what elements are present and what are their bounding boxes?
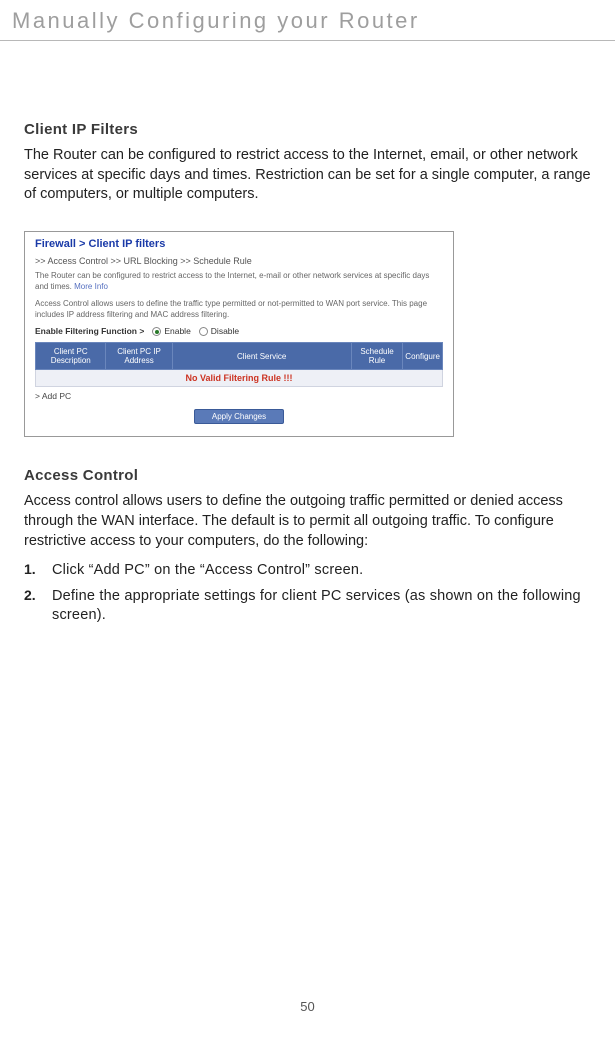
list-number-2: 2. <box>24 587 42 626</box>
list-text-2: Define the appropriate settings for clie… <box>52 587 591 626</box>
screenshot-firewall-client-ip-filters: Firewall > Client IP filters >> Access C… <box>24 231 454 438</box>
list-item: 2. Define the appropriate settings for c… <box>24 587 591 626</box>
col-client-pc-description: Client PC Description <box>36 343 106 370</box>
ordered-list: 1. Click “Add PC” on the “Access Control… <box>24 561 591 626</box>
body-text-client-ip-filters: The Router can be configured to restrict… <box>24 146 591 205</box>
page-header: Manually Configuring your Router <box>0 0 615 41</box>
breadcrumb[interactable]: >> Access Control >> URL Blocking >> Sch… <box>35 256 443 266</box>
col-client-service: Client Service <box>172 343 351 370</box>
enable-filtering-row: Enable Filtering Function > Enable Disab… <box>35 326 443 336</box>
table-header-row: Client PC Description Client PC IP Addre… <box>36 343 443 370</box>
enable-filtering-label: Enable Filtering Function > <box>35 326 144 336</box>
radio-dot-icon <box>199 327 208 336</box>
radio-disable-label: Disable <box>211 326 239 336</box>
filter-table: Client PC Description Client PC IP Addre… <box>35 342 443 387</box>
page-number: 50 <box>0 999 615 1014</box>
more-info-link[interactable]: More Info <box>74 282 108 291</box>
add-pc-link[interactable]: > Add PC <box>35 391 443 401</box>
list-text-1: Click “Add PC” on the “Access Control” s… <box>52 561 363 581</box>
list-item: 1. Click “Add PC” on the “Access Control… <box>24 561 591 581</box>
apply-changes-button[interactable]: Apply Changes <box>194 409 284 424</box>
screenshot-desc-2: Access Control allows users to define th… <box>35 298 443 320</box>
radio-dot-icon <box>152 327 161 336</box>
body-text-access-control: Access control allows users to define th… <box>24 492 591 551</box>
screenshot-title: Firewall > Client IP filters <box>35 238 443 250</box>
table-row: No Valid Filtering Rule !!! <box>36 370 443 387</box>
screenshot-desc-1: The Router can be configured to restrict… <box>35 270 443 292</box>
col-configure: Configure <box>403 343 443 370</box>
radio-enable-label: Enable <box>164 326 190 336</box>
section-heading-access-control: Access Control <box>24 467 591 484</box>
radio-enable[interactable]: Enable <box>152 326 190 336</box>
no-valid-rule-message: No Valid Filtering Rule !!! <box>36 370 443 387</box>
content: Client IP Filters The Router can be conf… <box>0 41 615 626</box>
col-client-pc-ip-address: Client PC IP Address <box>106 343 172 370</box>
list-number-1: 1. <box>24 561 42 581</box>
radio-disable[interactable]: Disable <box>199 326 239 336</box>
col-schedule-rule: Schedule Rule <box>351 343 403 370</box>
section-heading-client-ip-filters: Client IP Filters <box>24 121 591 138</box>
page-title: Manually Configuring your Router <box>12 8 615 34</box>
